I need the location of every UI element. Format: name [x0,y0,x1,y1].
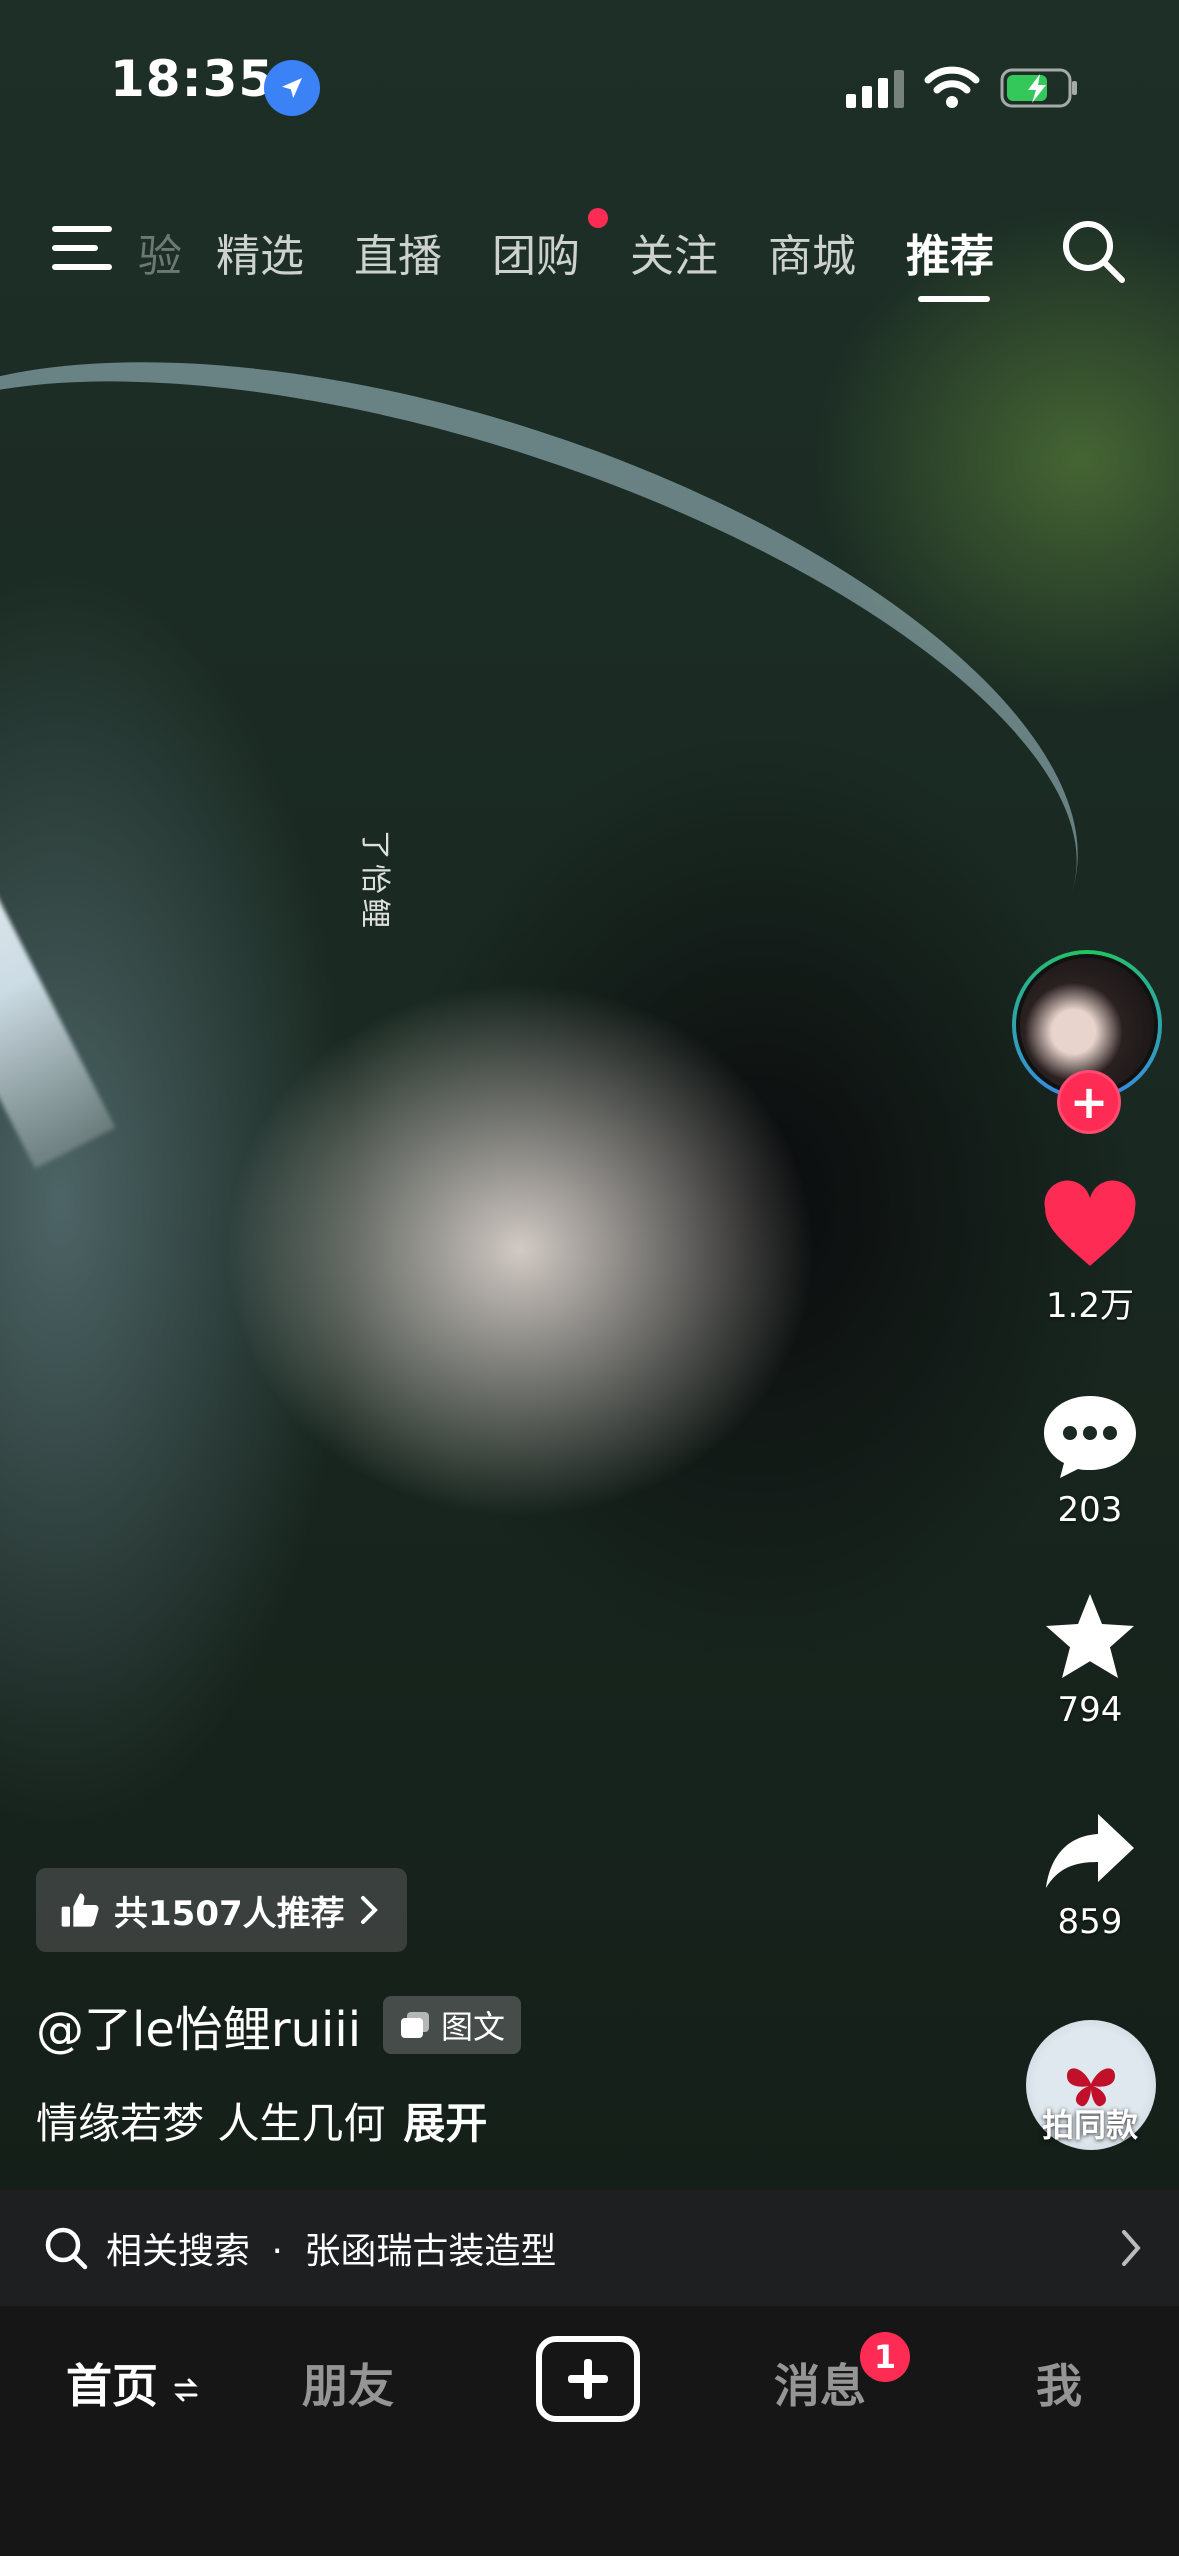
location-arrow-icon [264,60,320,116]
comment-action[interactable]: 203 [1000,1390,1179,1530]
nav-home-label: 首页 [66,2359,158,2413]
caption-row: 情缘若梦 人生几何 展开 [36,2090,487,2151]
expand-caption-button[interactable]: 展开 [403,2090,487,2151]
tab-group-buy[interactable]: 团购 [492,220,580,284]
image-watermark: 了怡鲤 [357,830,392,932]
image-stack-icon [401,2012,430,2038]
heart-icon [1044,1180,1136,1266]
nav-friends[interactable]: 朋友 [302,2350,394,2416]
nav-home[interactable]: 首页 [66,2350,198,2416]
group-buy-notification-dot [588,208,608,228]
status-time: 18:35 [110,50,275,108]
post-image-background[interactable] [0,0,1179,2310]
share-arrow-icon [1046,1814,1134,1888]
tab-live[interactable]: 直播 [354,220,442,284]
post-type-tag: 图文 [383,1996,522,2054]
recommend-text: 共1507人推荐 [114,1893,345,1934]
recommend-count-pill[interactable]: 共1507人推荐 [36,1868,407,1952]
comment-icon [1044,1396,1136,1478]
comment-count: 203 [1057,1490,1123,1530]
favorite-count: 794 [1057,1690,1123,1730]
related-search-text: 相关搜索 · 张函瑞古装造型 [106,2222,556,2274]
post-caption: 情缘若梦 人生几何 [36,2099,386,2148]
tab-featured[interactable]: 精选 [216,220,304,284]
status-bar: 18:35 [0,0,1179,160]
nav-me[interactable]: 我 [1036,2350,1082,2416]
nav-messages[interactable]: 消息 [774,2350,866,2416]
search-icon [45,2227,88,2270]
star-icon [1046,1594,1134,1678]
author-row: @了le怡鲤ruiii 图文 [36,1990,522,2060]
tab-partial[interactable]: 验 [138,220,182,284]
battery-charging-icon [1000,68,1077,108]
wifi-icon [924,66,980,108]
swap-arrows-icon [174,2378,198,2401]
create-post-button[interactable] [536,2336,640,2422]
follow-button[interactable]: + [1057,1070,1121,1134]
tab-recommend[interactable]: 推荐 [906,220,994,284]
shoot-same-label[interactable]: 拍同款 [1000,2100,1179,2146]
active-tab-indicator [918,296,990,302]
favorite-action[interactable]: 794 [1000,1590,1179,1730]
related-search-prefix: 相关搜索 [106,2231,251,2272]
bottom-navigation: 首页 朋友 消息 1 我 [0,2306,1179,2556]
chevron-right-icon [1122,2230,1141,2266]
like-action[interactable]: 1.2万 [1000,1180,1179,1327]
top-navigation: 验 精选 直播 团购 关注 商城 推荐 [0,190,1179,310]
chevron-right-icon [360,1896,378,1924]
author-name[interactable]: @了le怡鲤ruiii [36,1990,361,2060]
tab-following[interactable]: 关注 [630,220,718,284]
post-type-label: 图文 [441,2008,506,2046]
plus-icon [568,2359,608,2399]
messages-badge: 1 [860,2332,910,2382]
tab-mall[interactable]: 商城 [768,220,856,284]
share-count: 859 [1057,1902,1123,1942]
share-action[interactable]: 859 [1000,1810,1179,1942]
cellular-signal-icon [846,70,904,108]
related-search-separator: · [271,2231,283,2272]
search-icon[interactable] [1060,218,1128,286]
like-count: 1.2万 [1045,1286,1135,1326]
thumbs-up-icon [61,1893,99,1927]
menu-icon[interactable] [52,222,114,274]
related-search-query: 张函瑞古装造型 [304,2231,557,2272]
related-search-bar[interactable]: 相关搜索 · 张函瑞古装造型 [0,2190,1179,2306]
